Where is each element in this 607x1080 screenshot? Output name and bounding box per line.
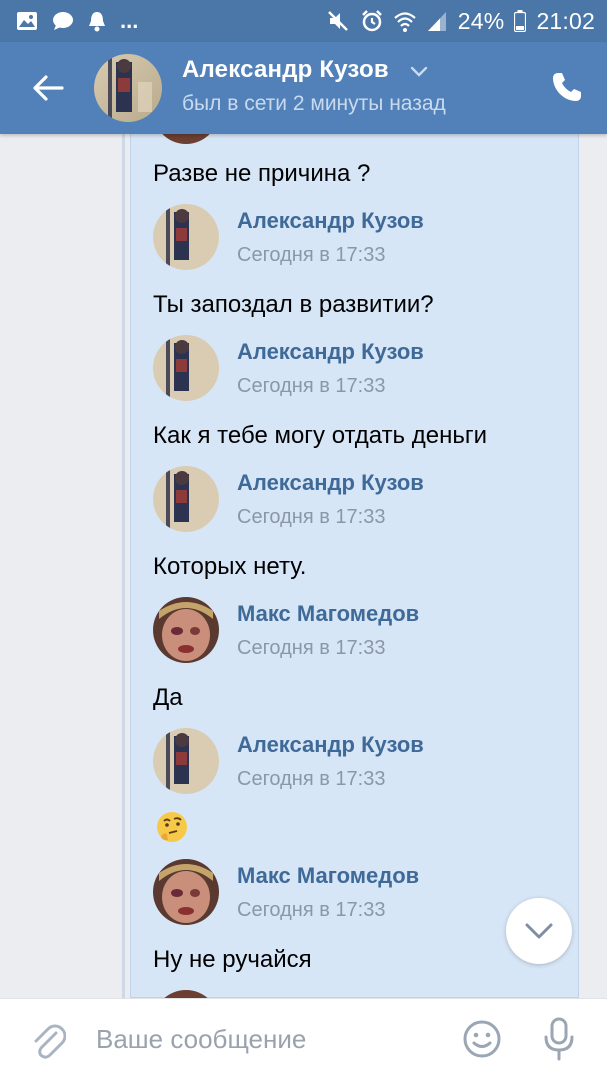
thinking-face-emoji bbox=[157, 812, 187, 842]
author-name[interactable]: Александр Кузов bbox=[237, 208, 424, 234]
message-list[interactable]: Разве не причина ? Александр Кузов Сегод… bbox=[0, 134, 607, 998]
mute-icon bbox=[327, 11, 348, 31]
wifi-icon bbox=[394, 12, 416, 32]
status-bar-notifications: ... bbox=[16, 8, 138, 34]
signal-icon bbox=[427, 12, 446, 31]
message-avatar[interactable] bbox=[153, 859, 219, 925]
last-seen-status: был в сети 2 минуты назад bbox=[182, 92, 446, 115]
message-header: Александр Кузов Сегодня в 17:33 bbox=[153, 204, 553, 270]
bell-icon bbox=[89, 12, 105, 32]
message-avatar[interactable] bbox=[153, 204, 219, 270]
chevron-down-icon bbox=[525, 923, 553, 939]
author-name[interactable]: Александр Кузов bbox=[237, 339, 424, 365]
status-bar-system: 24% 21:02 bbox=[326, 8, 595, 34]
message-avatar[interactable] bbox=[153, 597, 219, 663]
clock: 21:02 bbox=[536, 7, 595, 34]
message-time: Сегодня в 17:33 bbox=[237, 506, 386, 528]
paperclip-icon[interactable] bbox=[30, 1021, 66, 1061]
alarm-icon bbox=[361, 10, 382, 32]
battery-percent: 24% bbox=[457, 7, 505, 34]
more-dots-icon: ... bbox=[120, 8, 139, 33]
message-composer bbox=[0, 998, 607, 1080]
microphone-icon[interactable] bbox=[542, 1017, 576, 1061]
message-text: Да bbox=[153, 684, 183, 711]
phone-icon[interactable] bbox=[550, 70, 584, 104]
message-time: Сегодня в 17:33 bbox=[237, 768, 386, 790]
message-text: Которых нету. bbox=[153, 553, 307, 580]
back-arrow-icon[interactable] bbox=[30, 70, 66, 106]
image-icon bbox=[17, 12, 37, 30]
status-bar: ... 24% 21:02 bbox=[0, 0, 607, 42]
message-header: Макс Магомедов Сегодня в 17:33 bbox=[153, 859, 553, 925]
chevron-down-icon[interactable] bbox=[410, 66, 428, 78]
message-text: Ну не ручайся bbox=[153, 946, 312, 973]
message-avatar[interactable] bbox=[153, 728, 219, 794]
message-header: Александр Кузов Сегодня в 17:33 bbox=[153, 728, 553, 794]
message-text: Ты запоздал в развитии? bbox=[153, 291, 434, 318]
author-name[interactable]: Александр Кузов bbox=[237, 470, 424, 496]
smile-icon[interactable] bbox=[462, 1019, 502, 1059]
scroll-to-bottom-button[interactable] bbox=[506, 898, 572, 964]
message-input[interactable] bbox=[96, 1017, 436, 1061]
message-text: Как я тебе могу отдать деньги bbox=[153, 422, 487, 449]
author-name[interactable]: Александр Кузов bbox=[237, 732, 424, 758]
battery-icon bbox=[514, 10, 527, 32]
message-time: Сегодня в 17:33 bbox=[237, 375, 386, 397]
forward-indicator-line bbox=[122, 134, 125, 998]
message-time: Сегодня в 17:33 bbox=[237, 899, 386, 921]
contact-name[interactable]: Александр Кузов bbox=[182, 56, 389, 84]
message-text: Разве не причина ? bbox=[153, 160, 371, 187]
author-name[interactable]: Макс Магомедов bbox=[237, 601, 419, 627]
message-time: Сегодня в 17:33 bbox=[237, 637, 386, 659]
message-avatar[interactable] bbox=[153, 335, 219, 401]
message-header: Александр Кузов Сегодня в 17:33 bbox=[153, 335, 553, 401]
message-avatar[interactable] bbox=[153, 466, 219, 532]
contact-avatar[interactable] bbox=[94, 54, 162, 122]
message-header: Александр Кузов Сегодня в 17:33 bbox=[153, 466, 553, 532]
author-name[interactable]: Макс Магомедов bbox=[237, 863, 419, 889]
message-time: Сегодня в 17:33 bbox=[237, 244, 386, 266]
message-header: Макс Магомедов Сегодня в 17:33 bbox=[153, 597, 553, 663]
chat-bubble-icon bbox=[53, 12, 73, 30]
chat-header: Александр Кузов был в сети 2 минуты наза… bbox=[0, 42, 607, 134]
